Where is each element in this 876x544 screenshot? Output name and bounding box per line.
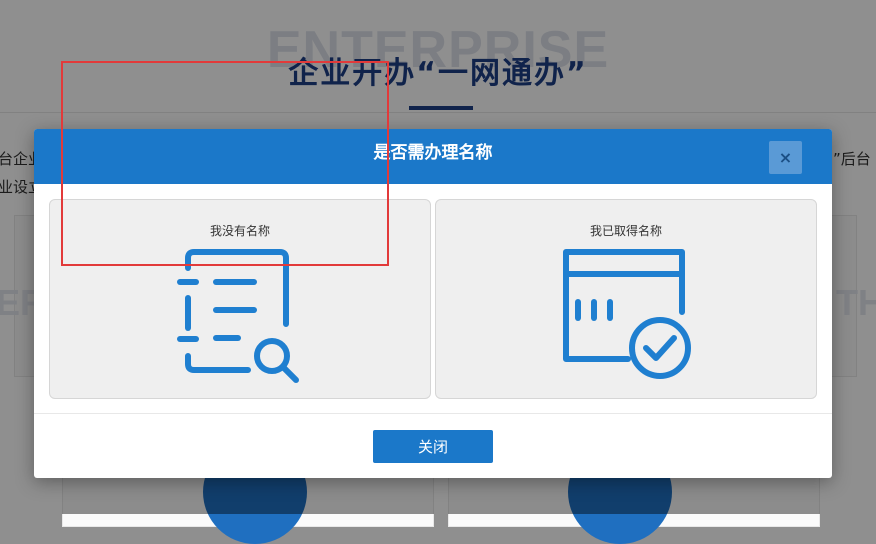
dialog-close-icon[interactable]: × xyxy=(769,141,802,174)
name-choice-dialog: 是否需办理名称 × 我没有名称 我已取得名称 关闭 xyxy=(34,129,832,478)
dialog-footer-divider xyxy=(34,413,832,414)
option-no-name[interactable]: 我没有名称 xyxy=(49,199,431,399)
option-has-name[interactable]: 我已取得名称 xyxy=(435,199,817,399)
close-button[interactable]: 关闭 xyxy=(373,430,493,463)
dialog-header: 是否需办理名称 × xyxy=(34,129,832,184)
calendar-check-icon xyxy=(563,249,691,379)
dialog-title: 是否需办理名称 xyxy=(373,143,493,163)
option-has-name-label: 我已取得名称 xyxy=(589,224,662,238)
option-no-name-label: 我没有名称 xyxy=(209,224,270,238)
document-search-icon xyxy=(177,249,299,383)
